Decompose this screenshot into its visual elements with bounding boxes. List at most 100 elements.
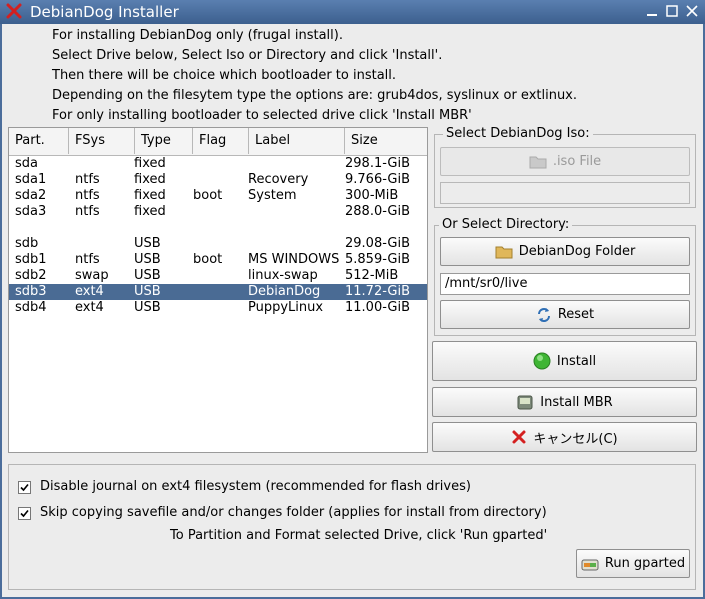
gparted-icon xyxy=(581,559,599,570)
column-header-size[interactable]: Size xyxy=(345,128,427,154)
table-row[interactable]: sda3 ntfs fixed 288.0-GiB xyxy=(9,204,427,220)
table-cell: 11.72-GiB xyxy=(345,284,410,299)
table-cell: USB xyxy=(134,300,161,315)
skip-copy-checkbox[interactable] xyxy=(18,507,31,520)
table-row[interactable]: sdb4 ext4 USB PuppyLinux 11.00-GiB xyxy=(9,300,427,316)
install-mbr-button-label: Install MBR xyxy=(540,394,613,410)
table-cell: sda3 xyxy=(15,204,47,219)
table-row[interactable]: sda1 ntfs fixed Recovery 9.766-GiB xyxy=(9,172,427,188)
table-cell: fixed xyxy=(134,204,166,219)
table-cell: 29.08-GiB xyxy=(345,236,410,251)
table-cell: 11.00-GiB xyxy=(345,300,410,315)
run-gparted-button[interactable]: Run gparted xyxy=(576,549,690,578)
table-cell: DebianDog xyxy=(248,284,321,299)
checkmark-icon xyxy=(20,483,29,492)
table-cell: USB xyxy=(134,252,161,267)
directory-path-input[interactable]: /mnt/sr0/live xyxy=(440,273,690,295)
install-mbr-button[interactable]: Install MBR xyxy=(432,387,697,417)
minimize-icon[interactable] xyxy=(644,3,660,19)
table-cell: ntfs xyxy=(75,252,100,267)
table-cell: USB xyxy=(134,284,161,299)
table-cell: sda xyxy=(15,156,38,171)
table-cell: USB xyxy=(134,236,161,251)
table-cell: 288.0-GiB xyxy=(345,204,410,219)
iso-file-button[interactable]: .iso File xyxy=(440,147,690,176)
table-cell: fixed xyxy=(134,172,166,187)
run-gparted-button-label: Run gparted xyxy=(604,556,686,571)
cancel-button[interactable]: キャンセル(C) xyxy=(432,422,697,452)
column-header-flag[interactable]: Flag xyxy=(193,128,249,154)
table-row[interactable]: sda2 ntfs fixed boot System 300-MiB xyxy=(9,188,427,204)
iso-file-button-label: .iso File xyxy=(552,154,602,169)
intro-line-5: For only installing bootloader to select… xyxy=(52,108,472,123)
cancel-x-icon xyxy=(512,430,526,444)
iso-path-field[interactable] xyxy=(440,182,690,204)
table-cell: ext4 xyxy=(75,284,104,299)
table-cell: sda2 xyxy=(15,188,47,203)
disable-journal-label[interactable]: Disable journal on ext4 filesystem (reco… xyxy=(40,479,471,494)
iso-group-label: Select DebianDog Iso: xyxy=(443,126,593,141)
table-cell: linux-swap xyxy=(248,268,318,283)
table-cell: sdb1 xyxy=(15,252,47,267)
drive-icon xyxy=(517,395,533,410)
table-row[interactable]: sdb1 ntfs USB boot MS WINDOWS 5.859-GiB xyxy=(9,252,427,268)
directory-group-label: Or Select Directory: xyxy=(439,217,573,232)
table-row[interactable]: sdb2 swap USB linux-swap 512-MiB xyxy=(9,268,427,284)
intro-line-1: For installing DebianDog only (frugal in… xyxy=(52,28,343,43)
checkmark-icon xyxy=(20,509,29,518)
table-cell: Recovery xyxy=(248,172,309,187)
intro-line-2: Select Drive below, Select Iso or Direct… xyxy=(52,48,443,63)
table-cell: 9.766-GiB xyxy=(345,172,410,187)
intro-line-3: Then there will be choice which bootload… xyxy=(52,68,397,83)
table-header: Part. FSys Type Flag Label Size xyxy=(9,128,427,156)
table-cell: 300-MiB xyxy=(345,188,399,203)
table-cell: 5.859-GiB xyxy=(345,252,410,267)
intro-line-4: Depending on the filesytem type the opti… xyxy=(52,88,578,103)
column-header-part[interactable]: Part. xyxy=(9,128,69,154)
table-row[interactable]: sdb3 ext4 USB DebianDog 11.72-GiB xyxy=(9,284,427,300)
table-cell: swap xyxy=(75,268,109,283)
folder-icon xyxy=(529,156,547,168)
install-button-label: Install xyxy=(556,353,597,369)
title-bar[interactable]: DebianDog Installer xyxy=(0,0,705,24)
reset-button[interactable]: Reset xyxy=(440,300,690,329)
table-cell: sdb3 xyxy=(15,284,47,299)
column-header-fsys[interactable]: FSys xyxy=(69,128,135,154)
partition-table[interactable]: Part. FSys Type Flag Label Size sda fixed… xyxy=(8,127,428,453)
window-title: DebianDog Installer xyxy=(30,3,179,21)
column-header-type[interactable]: Type xyxy=(135,128,193,154)
folder-icon xyxy=(495,246,513,258)
table-cell: MS WINDOWS xyxy=(248,252,340,267)
disable-journal-checkbox[interactable] xyxy=(18,481,31,494)
table-cell: sdb2 xyxy=(15,268,47,283)
table-row[interactable] xyxy=(9,220,427,236)
skip-copy-label[interactable]: Skip copying savefile and/or changes fol… xyxy=(40,505,547,520)
table-cell: boot xyxy=(193,252,223,267)
table-cell: fixed xyxy=(134,188,166,203)
table-cell: ext4 xyxy=(75,300,104,315)
table-cell: USB xyxy=(134,268,161,283)
install-button[interactable]: Install xyxy=(432,341,697,381)
table-cell: sda1 xyxy=(15,172,47,187)
table-cell: sdb xyxy=(15,236,39,251)
table-cell: ntfs xyxy=(75,188,100,203)
table-row[interactable]: sdb USB 29.08-GiB xyxy=(9,236,427,252)
reset-button-label: Reset xyxy=(557,307,595,322)
close-icon[interactable] xyxy=(684,3,700,19)
table-cell: 512-MiB xyxy=(345,268,399,283)
app-x-icon xyxy=(6,3,22,19)
maximize-icon[interactable] xyxy=(664,3,680,19)
table-cell: ntfs xyxy=(75,204,100,219)
column-header-label[interactable]: Label xyxy=(249,128,345,154)
table-cell: 298.1-GiB xyxy=(345,156,410,171)
table-cell: boot xyxy=(193,188,223,203)
table-cell: sdb4 xyxy=(15,300,47,315)
table-cell: PuppyLinux xyxy=(248,300,324,315)
table-cell: ntfs xyxy=(75,172,100,187)
table-cell: System xyxy=(248,188,297,203)
table-row[interactable]: sda fixed 298.1-GiB xyxy=(9,156,427,172)
debiandog-folder-button[interactable]: DebianDog Folder xyxy=(440,237,690,266)
refresh-icon xyxy=(537,307,550,322)
cancel-button-label: キャンセル(C) xyxy=(533,431,618,447)
debiandog-folder-button-label: DebianDog Folder xyxy=(518,244,636,259)
